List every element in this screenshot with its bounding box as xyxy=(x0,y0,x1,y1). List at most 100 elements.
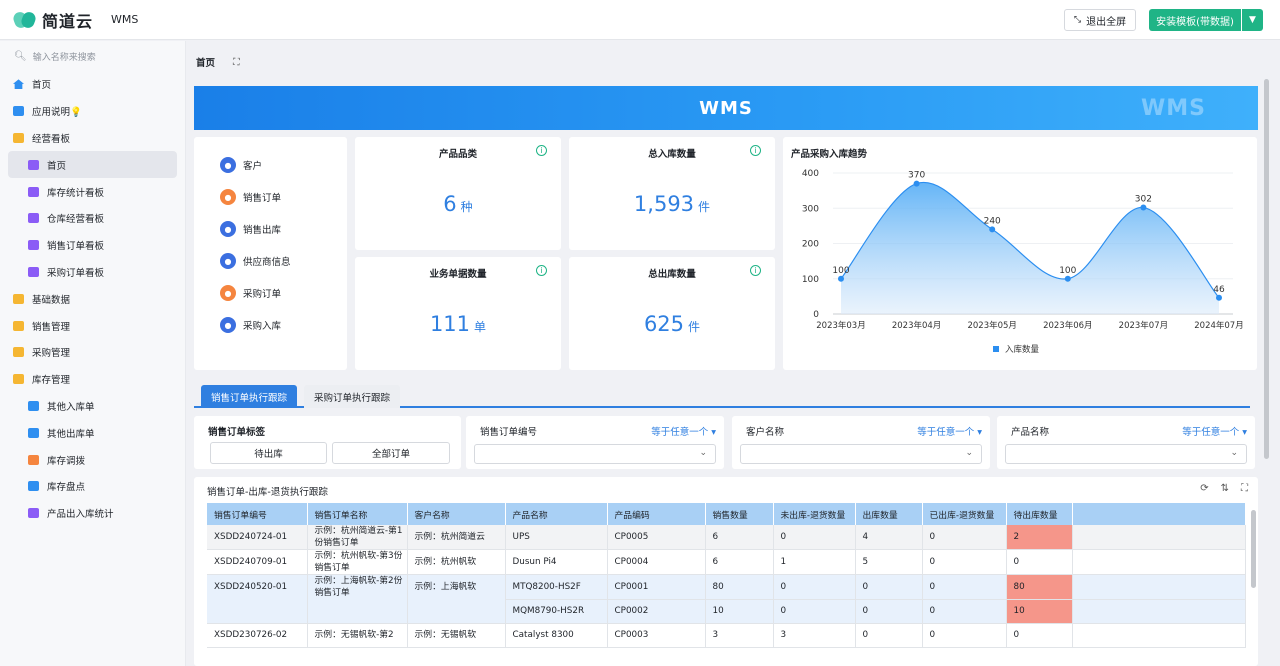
column-header[interactable]: 待出库数量 xyxy=(1006,503,1073,525)
install-dropdown-button[interactable]: ▼ xyxy=(1242,9,1263,31)
quick-link[interactable]: ● 客户 xyxy=(194,149,347,181)
pending-outbound-button[interactable]: 待出库 xyxy=(210,442,327,464)
expand-icon[interactable]: ⛶ xyxy=(233,57,240,68)
info-icon[interactable]: i xyxy=(750,145,761,156)
sidebar-item[interactable]: 首页 xyxy=(0,71,185,98)
sidebar-search[interactable]: 🔍︎ 输入名称来搜索 xyxy=(0,41,185,71)
quick-link-icon: ● xyxy=(220,189,236,205)
folder-icon xyxy=(13,132,24,143)
sidebar-item[interactable]: 其他出库单 xyxy=(0,419,185,446)
table-cell: MQM8790-HS2R xyxy=(505,599,608,624)
x-tick-label: 2023年05月 xyxy=(967,320,1016,331)
quick-link-label: 供应商信息 xyxy=(243,257,291,268)
sidebar-item[interactable]: 库存盘点 xyxy=(0,473,185,500)
table-row[interactable]: XSDD240709-01 示例：杭州帆软-第3份销售订单 示例：杭州帆软 Dusun… xyxy=(207,549,1246,575)
column-header[interactable]: 销售数量 xyxy=(705,503,774,525)
sidebar-item[interactable]: 销售订单看板 xyxy=(0,232,185,259)
sidebar-item-label: 首页 xyxy=(32,80,52,92)
table-cell: 0 xyxy=(922,599,1007,624)
table-cell: 示例：无锡帆软 xyxy=(407,623,506,648)
info-icon[interactable]: i xyxy=(536,265,547,276)
quick-link-icon: ● xyxy=(220,221,236,237)
sidebar-item-label: 首页 xyxy=(47,160,67,172)
breadcrumb: 首页 ⛶ xyxy=(187,41,1280,83)
refresh-icon[interactable]: ⟳ xyxy=(1200,483,1208,494)
column-header[interactable]: 客户名称 xyxy=(407,503,506,525)
filter-product: 产品名称 等于任意一个 ▾ ⌄ xyxy=(997,416,1255,469)
stat-unit: 件 xyxy=(698,200,711,214)
dashboard-icon xyxy=(28,159,39,170)
sidebar-item[interactable]: 库存调拨 xyxy=(0,446,185,473)
filter-label: 销售订单编号 xyxy=(480,427,538,438)
sidebar-item[interactable]: 库存统计看板 xyxy=(0,178,185,205)
fullscreen-icon[interactable]: ⛶ xyxy=(1241,483,1248,494)
info-icon[interactable]: i xyxy=(750,265,761,276)
logo-text: 简道云 xyxy=(42,11,94,31)
quick-link[interactable]: ● 采购订单 xyxy=(194,277,347,309)
column-header[interactable]: 已出库-退货数量 xyxy=(922,503,1007,525)
tab-purchase-tracking[interactable]: 采购订单执行跟踪 xyxy=(304,385,400,408)
column-header[interactable]: 未出库-退货数量 xyxy=(773,503,856,525)
data-point xyxy=(1064,275,1071,282)
exit-fullscreen-button[interactable]: ⤡ 退出全屏 xyxy=(1064,9,1136,31)
sidebar-item[interactable]: 其他入库单 xyxy=(0,393,185,420)
customer-select[interactable]: ⌄ xyxy=(740,444,982,464)
tracking-table: 销售订单编号 销售订单名称 客户名称 产品名称 产品编码 销售数量 未出库-退货数量 出库数量… xyxy=(207,503,1246,648)
sidebar-item[interactable]: 基础数据 xyxy=(0,285,185,312)
filter-mode-dropdown[interactable]: 等于任意一个 ▾ xyxy=(917,424,982,438)
sidebar-item[interactable]: 采购管理 xyxy=(0,339,185,366)
table-cell: 示例：杭州简道云 xyxy=(407,525,506,550)
order-number-select[interactable]: ⌄ xyxy=(474,444,716,464)
main-content: 首页 ⛶ WMS WMS ● 客户 ● 销售订单 ● 销售出库 ● 供应商信息 ● 采购订单 ● 采购… xyxy=(187,41,1280,666)
sidebar-item-label: 仓库经营看板 xyxy=(47,214,105,226)
table-row[interactable]: XSDD240520-01 示例：上海帆软-第2份销售订单 示例：上海帆软 MTQ82… xyxy=(207,574,1246,600)
table-cell: 2 xyxy=(1006,525,1073,550)
page-scrollbar[interactable] xyxy=(1264,79,1269,459)
quick-link[interactable]: ● 销售订单 xyxy=(194,181,347,213)
table-cell: 示例：上海帆软-第2份销售订单 xyxy=(307,574,408,599)
stat-number: 6 xyxy=(443,192,457,216)
sidebar-item[interactable]: 采购订单看板 xyxy=(0,259,185,286)
filter-mode-dropdown[interactable]: 等于任意一个 ▾ xyxy=(651,424,716,438)
column-header[interactable]: 产品名称 xyxy=(505,503,608,525)
sidebar-item[interactable]: 产品出入库统计 xyxy=(0,500,185,527)
sidebar-item-label: 库存盘点 xyxy=(47,482,86,494)
sidebar-item[interactable]: 仓库经营看板 xyxy=(0,205,185,232)
table-cell: 10 xyxy=(705,599,774,624)
column-header[interactable]: 出库数量 xyxy=(855,503,923,525)
filter-order-number: 销售订单编号 等于任意一个 ▾ ⌄ xyxy=(466,416,724,469)
quick-link[interactable]: ● 销售出库 xyxy=(194,213,347,245)
sidebar-item[interactable]: 应用说明💡 xyxy=(0,98,185,125)
column-header[interactable]: 销售订单编号 xyxy=(207,503,308,525)
filter-mode-dropdown[interactable]: 等于任意一个 ▾ xyxy=(1182,424,1247,438)
table-row[interactable]: XSDD230726-02 示例：无锡帆软-第2 示例：无锡帆软 Catalyst 8… xyxy=(207,623,1246,648)
sidebar-item[interactable]: 库存管理 xyxy=(0,366,185,393)
logo[interactable]: 简道云 xyxy=(14,8,93,32)
info-icon[interactable]: i xyxy=(536,145,547,156)
stat-card: 产品品类 i 6种 xyxy=(355,137,561,250)
sidebar-item[interactable]: 首页 xyxy=(8,151,177,179)
column-header[interactable]: 销售订单名称 xyxy=(307,503,408,525)
stat-title: 业务单据数量 xyxy=(429,269,487,280)
sidebar-item-label: 库存统计看板 xyxy=(47,187,105,199)
table-scrollbar[interactable] xyxy=(1251,510,1256,588)
quick-link[interactable]: ● 采购入库 xyxy=(194,309,347,341)
install-template-button[interactable]: 安装模板(带数据) xyxy=(1149,9,1241,31)
table-row[interactable]: MQM8790-HS2R CP0002 10 0 0 0 10 xyxy=(207,599,1246,624)
table-cell: 0 xyxy=(922,525,1007,550)
all-orders-button[interactable]: 全部订单 xyxy=(332,442,450,464)
sidebar-item[interactable]: 销售管理 xyxy=(0,312,185,339)
tab-sales-tracking[interactable]: 销售订单执行跟踪 xyxy=(201,385,297,408)
sidebar: 🔍︎ 输入名称来搜索 首页 应用说明💡 经营看板 首页 库存统计看板 仓库经营看板 销售订单… xyxy=(0,41,186,666)
table-row[interactable]: XSDD240724-01 示例：杭州简道云-第1份销售订单 示例：杭州简道云 UPS… xyxy=(207,525,1246,550)
quick-link-label: 客户 xyxy=(243,161,263,172)
table-cell: 6 xyxy=(705,525,774,550)
sidebar-item[interactable]: 经营看板 xyxy=(0,125,185,152)
sort-icon[interactable]: ⇅ xyxy=(1221,483,1229,494)
search-input[interactable]: 输入名称来搜索 xyxy=(33,50,96,63)
product-select[interactable]: ⌄ xyxy=(1005,444,1247,464)
data-label: 100 xyxy=(1059,266,1076,276)
quick-link[interactable]: ● 供应商信息 xyxy=(194,245,347,277)
table-cell: 0 xyxy=(773,574,856,600)
column-header[interactable]: 产品编码 xyxy=(607,503,706,525)
